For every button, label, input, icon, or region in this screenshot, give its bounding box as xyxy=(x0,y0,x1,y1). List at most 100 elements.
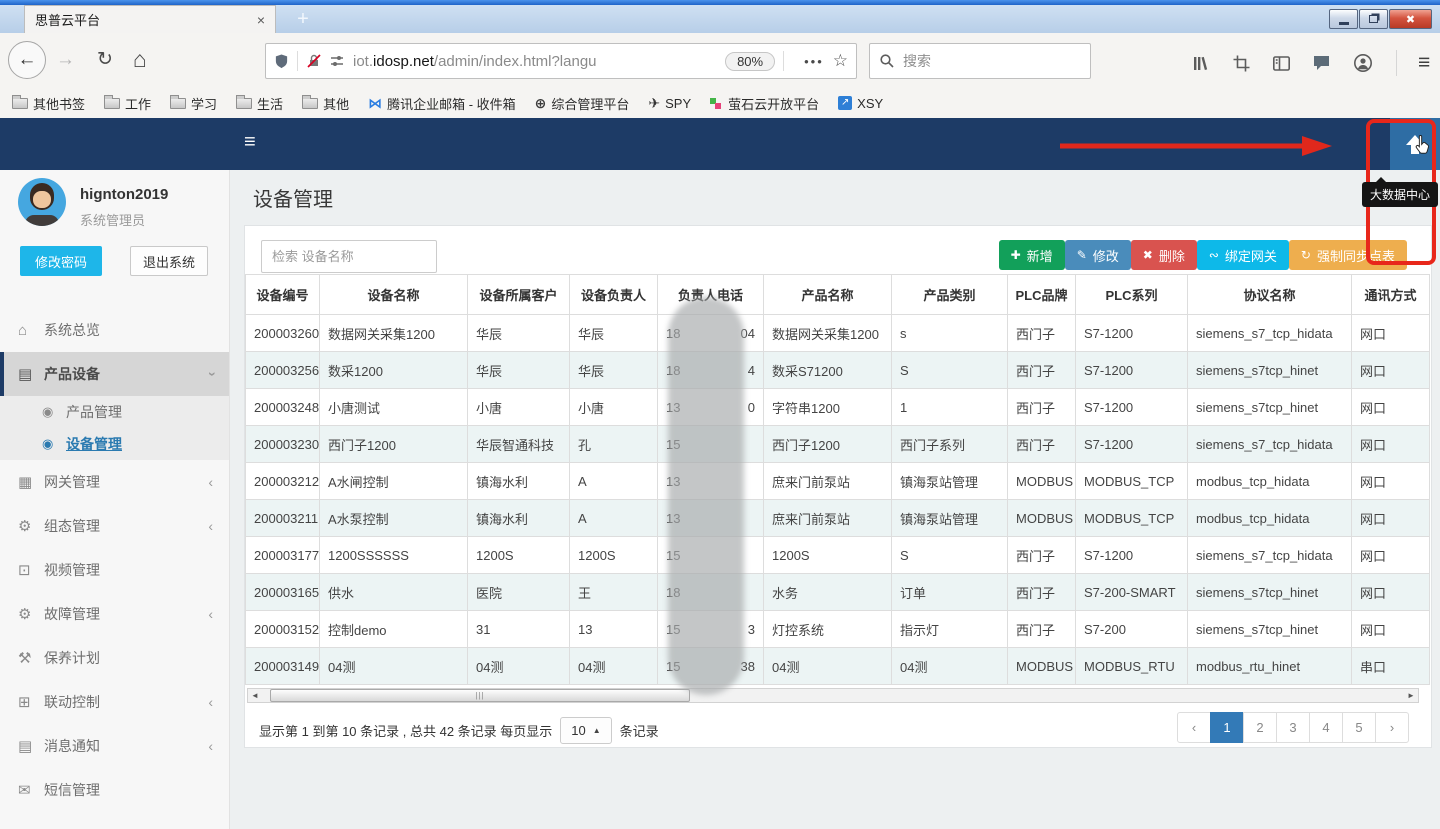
page-button[interactable]: 1 xyxy=(1210,712,1244,743)
page-button[interactable]: 5 xyxy=(1342,712,1376,743)
sidebar-item[interactable]: ⌂系统总览 xyxy=(0,308,229,352)
account-icon[interactable] xyxy=(1353,53,1373,73)
column-header[interactable]: 设备名称 xyxy=(320,275,468,315)
table-row[interactable]: 200003248小唐测试小唐小唐130字符串12001西门子S7-1200si… xyxy=(246,389,1430,426)
sidebar-item[interactable]: ⚙组态管理‹ xyxy=(0,504,229,548)
table-row[interactable]: 2000031771200SSSSSS1200S1200S151200SS西门子… xyxy=(246,537,1430,574)
bookmark-item[interactable]: 其他 xyxy=(302,94,349,113)
change-password-button[interactable]: 修改密码 xyxy=(20,246,102,276)
sidebar-item[interactable]: ✉短信管理 xyxy=(0,768,229,812)
screenshot-icon[interactable] xyxy=(1232,54,1251,73)
bookmark-item[interactable]: 学习 xyxy=(170,94,217,113)
folder-icon xyxy=(170,98,186,109)
sidebar-item[interactable]: ⚒保养计划 xyxy=(0,636,229,680)
avatar[interactable] xyxy=(18,178,66,226)
table-row[interactable]: 200003165供水医院王18水务订单西门子S7-200-SMARTsieme… xyxy=(246,574,1430,611)
table-cell: A水泵控制 xyxy=(320,500,468,537)
address-bar[interactable]: iot.idosp.net/admin/index.html?langu 80%… xyxy=(265,43,857,79)
删除-button[interactable]: ✖删除 xyxy=(1131,240,1197,270)
table-row[interactable]: 200003212A水闸控制镇海水利A13庶来门前泵站镇海泵站管理MODBUSM… xyxy=(246,463,1430,500)
bookmark-item[interactable]: 其他书签 xyxy=(12,94,85,113)
page-size-dropdown[interactable]: 10▲ xyxy=(560,717,611,744)
column-header[interactable]: PLC品牌 xyxy=(1008,275,1076,315)
chevron-left-icon: ‹ xyxy=(208,606,213,622)
绑定网关-button[interactable]: ∾绑定网关 xyxy=(1197,240,1289,270)
修改-button[interactable]: ✎修改 xyxy=(1065,240,1131,270)
table-row[interactable]: 200003211A水泵控制镇海水利A13庶来门前泵站镇海泵站管理MODBUSM… xyxy=(246,500,1430,537)
close-button[interactable]: ✖ xyxy=(1389,9,1432,29)
search-bar[interactable] xyxy=(869,43,1091,79)
table-row[interactable]: 200003230西门子1200华辰智通科技孔15西门子1200西门子系列西门子… xyxy=(246,426,1430,463)
table-cell: MODBUS_RTU xyxy=(1076,648,1188,685)
library-icon[interactable] xyxy=(1192,54,1211,73)
sidebar-item[interactable]: ▤消息通知‹ xyxy=(0,724,229,768)
column-header[interactable]: 产品名称 xyxy=(764,275,892,315)
table-cell: A xyxy=(570,463,658,500)
bookmark-item[interactable]: ⋈腾讯企业邮箱 - 收件箱 xyxy=(368,94,516,113)
page-actions-icon[interactable]: ••• xyxy=(804,54,824,69)
permissions-icon[interactable] xyxy=(329,53,345,69)
column-header[interactable]: 协议名称 xyxy=(1188,275,1352,315)
page-button[interactable]: 3 xyxy=(1276,712,1310,743)
bookmark-item[interactable]: ↗XSY xyxy=(838,96,883,111)
forward-button[interactable]: → xyxy=(56,49,75,71)
chat-icon[interactable] xyxy=(1312,54,1332,72)
restore-button[interactable] xyxy=(1359,9,1388,29)
scrollbar-thumb[interactable]: ||| xyxy=(270,689,690,702)
table-cell: 数据网关采集1200 xyxy=(320,315,468,352)
bookmark-item[interactable]: ⊕综合管理平台 xyxy=(535,94,630,113)
bookmark-item[interactable]: 生活 xyxy=(236,94,283,113)
menu-icon[interactable]: ≡ xyxy=(1418,51,1430,75)
minimize-button[interactable] xyxy=(1329,9,1358,29)
table-cell: S7-200-SMART xyxy=(1076,574,1188,611)
新增-button[interactable]: ✚新增 xyxy=(999,240,1065,270)
browser-search-input[interactable] xyxy=(903,53,1053,69)
bookmark-item[interactable]: 萤石云开放平台 xyxy=(710,94,819,113)
page-button[interactable]: 4 xyxy=(1309,712,1343,743)
column-header[interactable]: 设备编号 xyxy=(246,275,320,315)
sidebar-collapse-icon[interactable]: ≡ xyxy=(244,131,256,154)
tab-close-icon[interactable]: × xyxy=(257,13,265,27)
sidebar-toggle-icon[interactable] xyxy=(1272,54,1291,73)
prev-page-button[interactable]: ‹ xyxy=(1177,712,1211,743)
sidebar-item[interactable]: ⊞联动控制‹ xyxy=(0,680,229,724)
sidebar-item[interactable]: ⚙故障管理‹ xyxy=(0,592,229,636)
table-row[interactable]: 200003256数采1200华辰华辰184数采S71200S西门子S7-120… xyxy=(246,352,1430,389)
browser-tab[interactable]: 思普云平台 × xyxy=(24,5,276,33)
bookmark-item[interactable]: ✈SPY xyxy=(648,95,691,112)
submenu-item[interactable]: ◉设备管理 xyxy=(0,428,229,460)
reload-button[interactable]: ↻ xyxy=(97,48,113,71)
device-search-input[interactable] xyxy=(261,240,437,273)
ezviz-icon xyxy=(710,96,723,110)
table-cell: 1200S xyxy=(468,537,570,574)
table-row[interactable]: 200003152控制demo3113153灯控系统指示灯西门子S7-200si… xyxy=(246,611,1430,648)
home-button[interactable]: ⌂ xyxy=(133,46,147,73)
back-button[interactable]: ← xyxy=(8,41,46,79)
zoom-level-badge[interactable]: 80% xyxy=(725,52,775,71)
column-header[interactable]: 产品类别 xyxy=(892,275,1008,315)
new-tab-button[interactable]: + xyxy=(288,7,318,33)
sidebar-item-label: 视频管理 xyxy=(44,560,100,580)
next-page-button[interactable]: › xyxy=(1375,712,1409,743)
scroll-right-icon[interactable]: ► xyxy=(1404,689,1418,702)
bookmark-star-icon[interactable]: ☆ xyxy=(833,51,848,71)
column-header[interactable]: PLC系列 xyxy=(1076,275,1188,315)
column-header[interactable]: 设备负责人 xyxy=(570,275,658,315)
scroll-left-icon[interactable]: ◄ xyxy=(248,689,262,702)
horizontal-scrollbar[interactable]: ◄ ||| ► xyxy=(247,688,1419,703)
sidebar-item[interactable]: ▤产品设备‹ xyxy=(0,352,229,396)
table-row[interactable]: 200003260数据网关采集1200华辰华辰1804数据网关采集1200s西门… xyxy=(246,315,1430,352)
page-button[interactable]: 2 xyxy=(1243,712,1277,743)
sidebar-item-partial[interactable]: ▦ xyxy=(0,812,229,829)
shield-icon[interactable] xyxy=(274,53,289,70)
logout-button[interactable]: 退出系统 xyxy=(130,246,208,276)
column-header[interactable]: 设备所属客户 xyxy=(468,275,570,315)
submenu-item[interactable]: ◉产品管理 xyxy=(0,396,229,428)
sidebar-item[interactable]: ⊡视频管理 xyxy=(0,548,229,592)
insecure-lock-icon[interactable] xyxy=(306,53,322,69)
bookmark-item[interactable]: 工作 xyxy=(104,94,151,113)
sidebar-item[interactable]: ▦网关管理‹ xyxy=(0,460,229,504)
table-row[interactable]: 20000314904测04测04测153804测04测MODBUSMODBUS… xyxy=(246,648,1430,685)
device-table: 设备编号设备名称设备所属客户设备负责人负责人电话产品名称产品类别PLC品牌PLC… xyxy=(245,274,1430,685)
column-header[interactable]: 通讯方式 xyxy=(1352,275,1430,315)
